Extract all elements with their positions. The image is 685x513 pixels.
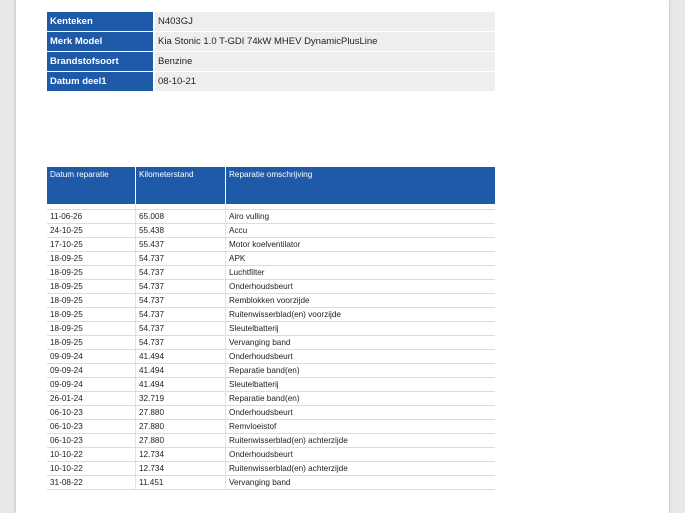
cell-datum: 26-01-24 <box>47 391 136 406</box>
document-page: Kenteken N403GJ Merk Model Kia Stonic 1.0 T… <box>16 0 669 513</box>
cell-omschrijving: Remblokken voorzijde <box>225 293 495 308</box>
cell-datum: 31-08-22 <box>47 475 136 490</box>
cell-omschrijving: Onderhoudsbeurt <box>225 349 495 364</box>
repair-header-row: Datum reparatie Kilometerstand Reparatie… <box>47 167 495 204</box>
cell-datum: 18-09-25 <box>47 321 136 336</box>
cell-datum: 18-09-25 <box>47 251 136 266</box>
cell-kilometerstand: 54.737 <box>135 293 226 308</box>
table-row: 24-10-25 55.438 Accu <box>47 223 495 238</box>
table-row: 09-09-24 41.494 Onderhoudsbeurt <box>47 349 495 364</box>
cell-kilometerstand: 54.737 <box>135 321 226 336</box>
cell-datum: 06-10-23 <box>47 419 136 434</box>
cell-omschrijving: Sleutelbatterij <box>225 321 495 336</box>
table-row: 18-09-25 54.737 Onderhoudsbeurt <box>47 279 495 294</box>
table-row: 18-09-25 54.737 APK <box>47 251 495 266</box>
cell-kilometerstand: 27.880 <box>135 433 226 448</box>
cell-datum: 11-06-26 <box>47 209 136 224</box>
cell-datum: 10-10-22 <box>47 461 136 476</box>
table-row: 17-10-25 55.437 Motor koelventilator <box>47 237 495 252</box>
table-row: 18-09-25 54.737 Vervanging band <box>47 335 495 350</box>
cell-datum: 09-09-24 <box>47 363 136 378</box>
table-row: 10-10-22 12.734 Onderhoudsbeurt <box>47 447 495 462</box>
table-row: 18-09-25 54.737 Sleutelbatterij <box>47 321 495 336</box>
cell-omschrijving: Onderhoudsbeurt <box>225 447 495 462</box>
cell-kilometerstand: 41.494 <box>135 349 226 364</box>
cell-kilometerstand: 54.737 <box>135 307 226 322</box>
cell-datum: 09-09-24 <box>47 377 136 392</box>
cell-omschrijving: APK <box>225 251 495 266</box>
cell-datum: 18-09-25 <box>47 279 136 294</box>
vehicle-info-table: Kenteken N403GJ Merk Model Kia Stonic 1.0 T… <box>47 12 495 92</box>
header-reparatie-omschrijving: Reparatie omschrijving <box>225 167 495 204</box>
header-datum-reparatie: Datum reparatie <box>47 167 136 204</box>
cell-kilometerstand: 12.734 <box>135 461 226 476</box>
info-label: Merk Model <box>47 31 154 52</box>
cell-datum: 18-09-25 <box>47 265 136 280</box>
cell-kilometerstand: 55.437 <box>135 237 226 252</box>
cell-kilometerstand: 12.734 <box>135 447 226 462</box>
table-row: 06-10-23 27.880 Onderhoudsbeurt <box>47 405 495 420</box>
cell-omschrijving: Sleutelbatterij <box>225 377 495 392</box>
cell-kilometerstand: 65.008 <box>135 209 226 224</box>
cell-omschrijving: Ruitenwisserblad(en) achterzijde <box>225 433 495 448</box>
cell-omschrijving: Vervanging band <box>225 335 495 350</box>
table-row: 26-01-24 32.719 Reparatie band(en) <box>47 391 495 406</box>
cell-omschrijving: Luchtfilter <box>225 265 495 280</box>
cell-kilometerstand: 54.737 <box>135 335 226 350</box>
cell-kilometerstand: 32.719 <box>135 391 226 406</box>
cell-kilometerstand: 55.438 <box>135 223 226 238</box>
cell-datum: 10-10-22 <box>47 447 136 462</box>
cell-omschrijving: Ruitenwisserblad(en) voorzijde <box>225 307 495 322</box>
header-kilometerstand: Kilometerstand <box>135 167 226 204</box>
table-row: 18-09-25 54.737 Ruitenwisserblad(en) voorz… <box>47 307 495 322</box>
repair-history-table: Datum reparatie Kilometerstand Reparatie… <box>47 167 495 490</box>
info-value: Benzine <box>153 51 495 72</box>
table-row: 09-09-24 41.494 Reparatie band(en) <box>47 363 495 378</box>
cell-kilometerstand: 54.737 <box>135 279 226 294</box>
cell-omschrijving: Airo vulling <box>225 209 495 224</box>
cell-kilometerstand: 54.737 <box>135 265 226 280</box>
cell-kilometerstand: 41.494 <box>135 363 226 378</box>
table-row: 10-10-22 12.734 Ruitenwisserblad(en) achte… <box>47 461 495 476</box>
cell-datum: 06-10-23 <box>47 405 136 420</box>
table-row: 11-06-26 65.008 Airo vulling <box>47 209 495 224</box>
cell-datum: 17-10-25 <box>47 237 136 252</box>
cell-omschrijving: Motor koelventilator <box>225 237 495 252</box>
cell-kilometerstand: 27.880 <box>135 419 226 434</box>
cell-omschrijving: Reparatie band(en) <box>225 363 495 378</box>
info-row: Brandstofsoort Benzine <box>47 51 495 72</box>
table-row: 18-09-25 54.737 Luchtfilter <box>47 265 495 280</box>
table-row: 09-09-24 41.494 Sleutelbatterij <box>47 377 495 392</box>
cell-kilometerstand: 27.880 <box>135 405 226 420</box>
table-row: 18-09-25 54.737 Remblokken voorzijde <box>47 293 495 308</box>
cell-datum: 18-09-25 <box>47 293 136 308</box>
cell-omschrijving: Vervanging band <box>225 475 495 490</box>
table-row: 06-10-23 27.880 Remvloeistof <box>47 419 495 434</box>
table-row: 31-08-22 11.451 Vervanging band <box>47 475 495 490</box>
info-row: Kenteken N403GJ <box>47 12 495 32</box>
info-row: Merk Model Kia Stonic 1.0 T-GDI 74kW MHEV… <box>47 31 495 52</box>
cell-omschrijving: Onderhoudsbeurt <box>225 279 495 294</box>
info-value: 08-10-21 <box>153 71 495 92</box>
cell-datum: 06-10-23 <box>47 433 136 448</box>
info-label: Brandstofsoort <box>47 51 154 72</box>
info-value: Kia Stonic 1.0 T-GDI 74kW MHEV DynamicPl… <box>153 31 495 52</box>
info-row: Datum deel1 08-10-21 <box>47 71 495 92</box>
cell-omschrijving: Accu <box>225 223 495 238</box>
cell-datum: 18-09-25 <box>47 335 136 350</box>
cell-kilometerstand: 54.737 <box>135 251 226 266</box>
cell-omschrijving: Reparatie band(en) <box>225 391 495 406</box>
cell-kilometerstand: 41.494 <box>135 377 226 392</box>
cell-omschrijving: Onderhoudsbeurt <box>225 405 495 420</box>
cell-omschrijving: Ruitenwisserblad(en) achterzijde <box>225 461 495 476</box>
cell-datum: 09-09-24 <box>47 349 136 364</box>
info-label: Kenteken <box>47 12 154 32</box>
cell-datum: 18-09-25 <box>47 307 136 322</box>
cell-kilometerstand: 11.451 <box>135 475 226 490</box>
table-row: 06-10-23 27.880 Ruitenwisserblad(en) achte… <box>47 433 495 448</box>
cell-omschrijving: Remvloeistof <box>225 419 495 434</box>
info-value: N403GJ <box>153 12 495 32</box>
cell-datum: 24-10-25 <box>47 223 136 238</box>
info-label: Datum deel1 <box>47 71 154 92</box>
